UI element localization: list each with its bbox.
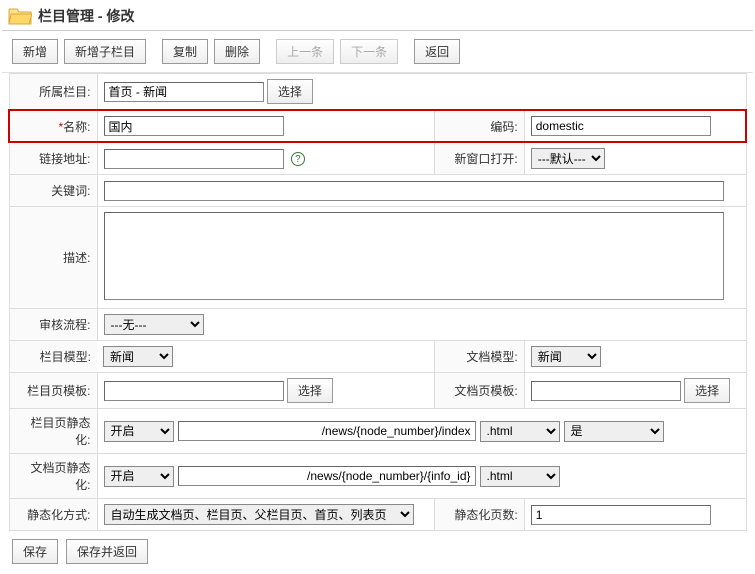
name-label: *名称: [9,110,97,142]
back-button[interactable]: 返回 [414,39,460,64]
footer: 保存 保存并返回 [2,531,753,572]
delete-button[interactable]: 删除 [214,39,260,64]
newwin-label: 新窗口打开: [434,142,524,175]
name-input[interactable] [104,116,284,136]
docstatic-ext-select[interactable]: .html [480,466,560,487]
staticpages-label: 静态化页数: [434,499,524,531]
docmodel-select[interactable]: 新闻 [531,346,601,367]
docstatic-select[interactable]: 开启 [104,466,174,487]
desc-label: 描述: [9,207,97,309]
page-title: 栏目管理 - 修改 [38,6,134,26]
form: 所属栏目: 选择 *名称: 编码: 链接地址: ? 新窗口打开: ---默认--… [2,73,753,531]
keywords-label: 关键词: [9,175,97,207]
parent-label: 所属栏目: [9,74,97,111]
audit-select[interactable]: ---无--- [104,314,204,335]
link-label: 链接地址: [9,142,97,175]
nodestatic-select[interactable]: 开启 [104,421,174,442]
desc-textarea[interactable] [104,212,724,300]
audit-label: 审核流程: [9,309,97,341]
doctpl-input[interactable] [531,381,681,401]
new-sub-button[interactable]: 新增子栏目 [64,39,146,64]
newwin-select[interactable]: ---默认--- [531,148,605,169]
link-input[interactable] [104,149,284,169]
docstatic-label: 文档页静态化: [9,454,97,499]
save-button[interactable]: 保存 [12,539,58,564]
nodetpl-label: 栏目页模板: [9,373,97,409]
keywords-input[interactable] [104,181,724,201]
folder-icon [8,6,32,26]
doctpl-choose-button[interactable]: 选择 [684,378,730,403]
nodemodel-select[interactable]: 新闻 [103,346,173,367]
doctpl-label: 文档页模板: [434,373,524,409]
save-back-button[interactable]: 保存并返回 [66,539,148,564]
nodestatic-yes-select[interactable]: 是 [564,421,664,442]
nodemodel-label: 栏目模型: [9,341,97,373]
nodestatic-label: 栏目页静态化: [9,409,97,454]
staticmode-label: 静态化方式: [9,499,97,531]
copy-button[interactable]: 复制 [162,39,208,64]
code-input[interactable] [531,116,711,136]
page-header: 栏目管理 - 修改 [2,2,753,31]
parent-choose-button[interactable]: 选择 [267,79,313,104]
new-button[interactable]: 新增 [12,39,58,64]
parent-input[interactable] [104,82,264,102]
help-icon[interactable]: ? [291,152,305,166]
nodestatic-ext-select[interactable]: .html [480,421,560,442]
nodetpl-input[interactable] [104,381,284,401]
staticmode-select[interactable]: 自动生成文档页、栏目页、父栏目页、首页、列表页 [104,504,414,525]
nodetpl-choose-button[interactable]: 选择 [287,378,333,403]
next-button: 下一条 [340,39,398,64]
prev-button: 上一条 [276,39,334,64]
code-label: 编码: [434,110,524,142]
docstatic-path-input[interactable] [178,466,476,486]
toolbar: 新增 新增子栏目 复制 删除 上一条 下一条 返回 [2,31,753,73]
docmodel-label: 文档模型: [434,341,524,373]
staticpages-input[interactable] [531,505,711,525]
nodestatic-path-input[interactable] [178,421,476,441]
